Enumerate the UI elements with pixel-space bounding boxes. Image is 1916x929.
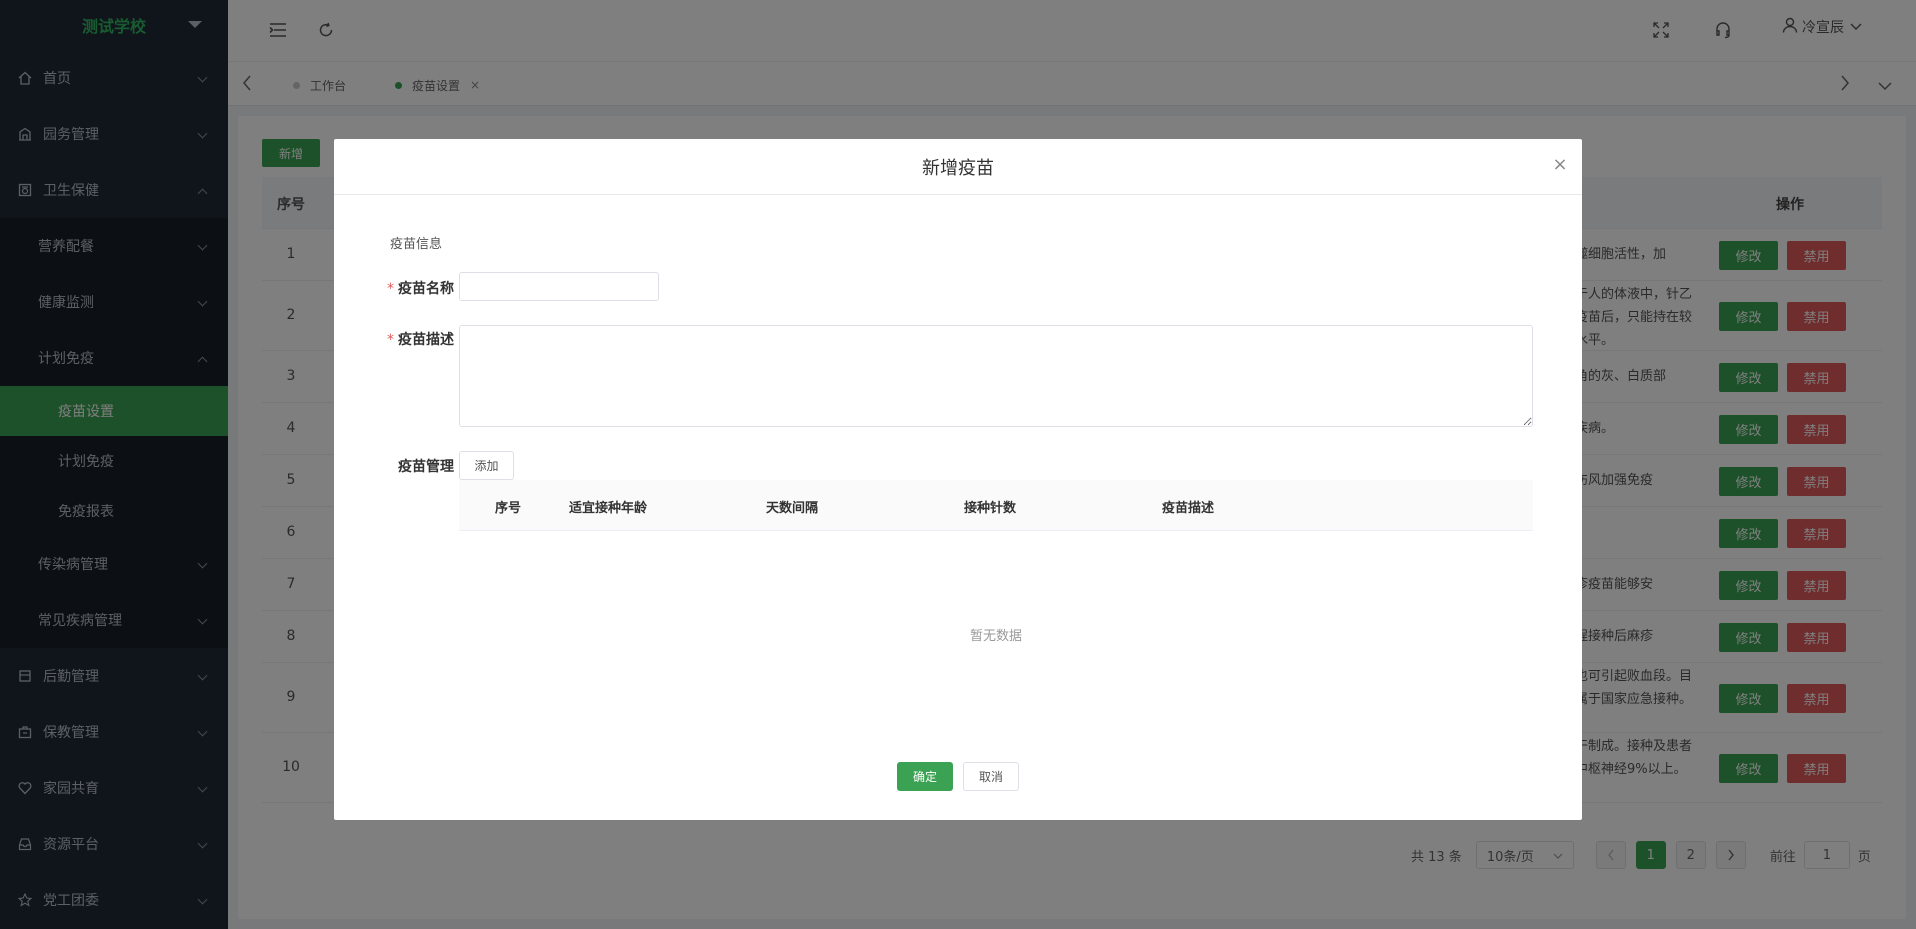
empty-placeholder: 暂无数据 [969, 629, 1022, 644]
name-field-label: * 疫苗名称 [334, 278, 454, 298]
dialog-title: 新增疫苗 [334, 139, 1582, 195]
manage-field-label: 疫苗管理 [398, 459, 454, 475]
section-label: 疫苗信息 [390, 237, 443, 252]
vaccine-desc-textarea[interactable] [459, 325, 1533, 427]
label-text: 疫苗描述 [398, 332, 454, 348]
col-desc: 疫苗描述 [1162, 501, 1215, 516]
col-interval: 天数间隔 [766, 501, 819, 516]
required-asterisk: * [387, 332, 394, 348]
label-text: 疫苗名称 [398, 281, 454, 297]
desc-field-label: * 疫苗描述 [334, 329, 454, 349]
col-no: 序号 [495, 501, 522, 516]
vaccine-schedule-table: 序号 适宜接种年龄 天数间隔 接种针数 疫苗描述 暂无数据 [459, 480, 1533, 730]
confirm-button[interactable]: 确定 [897, 762, 953, 791]
table-header: 序号 适宜接种年龄 天数间隔 接种针数 疫苗描述 [459, 480, 1533, 531]
col-doses: 接种针数 [964, 501, 1017, 516]
col-age: 适宜接种年龄 [569, 501, 648, 516]
required-asterisk: * [387, 281, 394, 297]
close-icon[interactable]: × [1552, 156, 1568, 174]
cancel-button[interactable]: 取消 [963, 762, 1019, 791]
add-row-button[interactable]: 添加 [459, 451, 514, 480]
add-vaccine-dialog: 新增疫苗 × 疫苗信息 * 疫苗名称 * 疫苗描述 疫苗管理 添加 序号 适宜接种年… [334, 139, 1582, 820]
vaccine-name-input[interactable] [459, 272, 659, 301]
